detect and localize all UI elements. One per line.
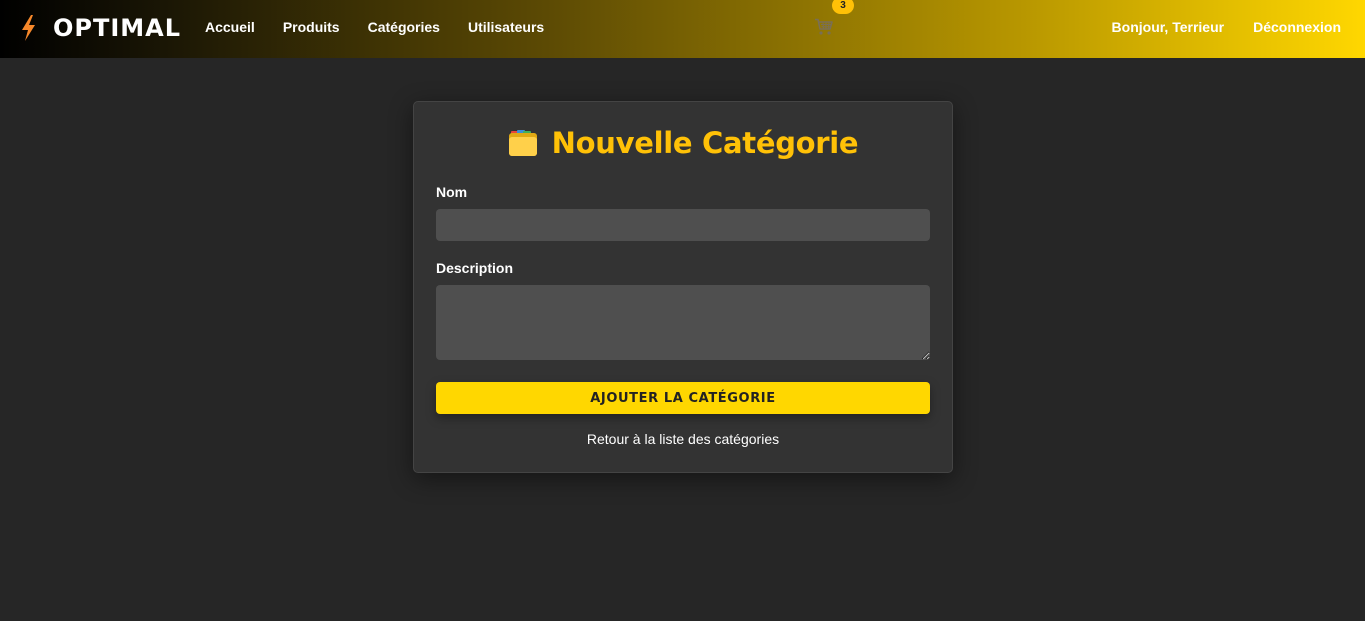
name-label: Nom xyxy=(436,184,468,200)
back-to-list-link[interactable]: Retour à la liste des catégories xyxy=(414,431,952,447)
new-category-card: Nouvelle Catégorie Nom Description AJOUT… xyxy=(413,101,953,473)
nav-link-accueil[interactable]: Accueil xyxy=(205,18,255,36)
folder-icon xyxy=(508,129,538,157)
top-navbar: OPTIMAL Accueil Produits Catégories Util… xyxy=(0,0,1365,58)
main-nav: Accueil Produits Catégories Utilisateurs xyxy=(205,18,544,36)
description-label: Description xyxy=(436,260,514,276)
user-nav: Bonjour, Terrieur Déconnexion xyxy=(1112,18,1341,36)
description-textarea[interactable] xyxy=(436,285,930,360)
nav-link-categories[interactable]: Catégories xyxy=(368,18,440,36)
page-title: Nouvelle Catégorie xyxy=(414,126,952,160)
add-category-button[interactable]: AJOUTER LA CATÉGORIE xyxy=(436,382,930,414)
name-input[interactable] xyxy=(436,209,930,241)
lightning-bolt-icon xyxy=(20,15,37,41)
brand-name: OPTIMAL xyxy=(53,14,182,42)
nav-link-produits[interactable]: Produits xyxy=(283,18,340,36)
nav-link-utilisateurs[interactable]: Utilisateurs xyxy=(468,18,544,36)
logout-link[interactable]: Déconnexion xyxy=(1253,18,1341,36)
user-greeting-link[interactable]: Bonjour, Terrieur xyxy=(1112,18,1225,36)
shopping-cart-icon[interactable] xyxy=(814,18,834,36)
cart-count-badge: 3 xyxy=(832,0,854,14)
brand-logo-link[interactable]: OPTIMAL xyxy=(20,13,181,43)
page-title-text: Nouvelle Catégorie xyxy=(551,126,859,160)
